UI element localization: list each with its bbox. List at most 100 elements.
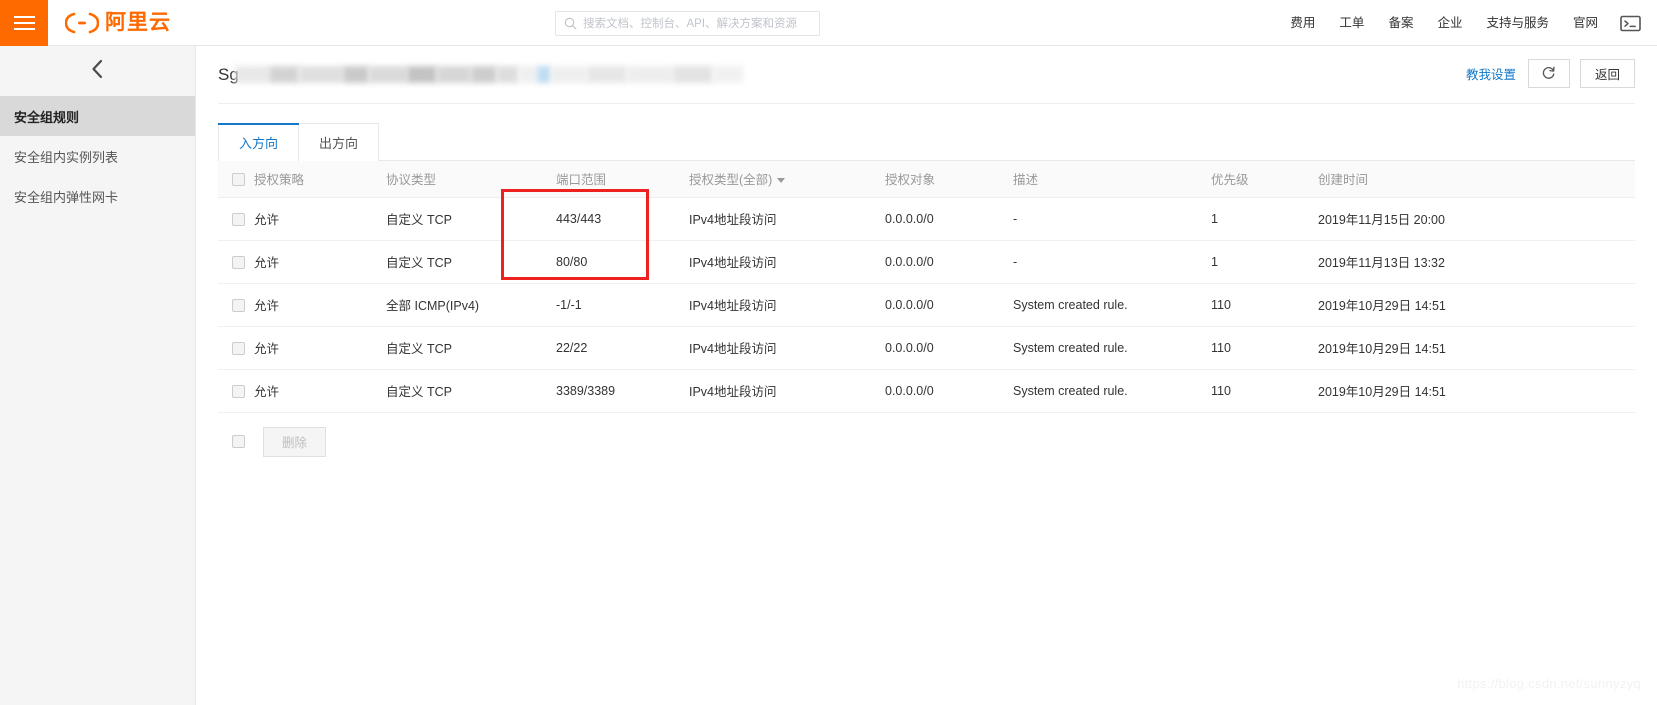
cell-description: - bbox=[1013, 240, 1211, 283]
cell-auth-type: IPv4地址段访问 bbox=[689, 197, 885, 240]
row-checkbox[interactable] bbox=[232, 385, 245, 398]
row-checkbox[interactable] bbox=[232, 213, 245, 226]
redacted-block bbox=[437, 66, 471, 83]
row-checkbox[interactable] bbox=[232, 299, 245, 312]
redacted-block bbox=[235, 66, 269, 83]
cell-protocol: 自定义 TCP bbox=[386, 197, 556, 240]
cell-policy: 允许 bbox=[254, 369, 386, 412]
security-group-rules-table: 授权策略 协议类型 端口范围 授权类型(全部) 授权对象 描述 优先级 创建时间… bbox=[218, 161, 1635, 413]
redacted-block bbox=[673, 66, 713, 83]
sidebar-collapse-button[interactable] bbox=[0, 46, 195, 96]
terminal-console-icon[interactable] bbox=[1620, 15, 1641, 32]
nav-item-enterprise[interactable]: 企业 bbox=[1425, 0, 1474, 46]
top-header-bar: 阿里云 费用 工单 备案 企业 支持与服务 官网 bbox=[0, 0, 1657, 46]
aliyun-logo-mark-icon bbox=[65, 12, 99, 34]
redacted-block bbox=[407, 66, 437, 83]
footer-select-all-checkbox[interactable] bbox=[232, 435, 245, 448]
redacted-block bbox=[299, 66, 343, 83]
teach-me-setup-link[interactable]: 教我设置 bbox=[1466, 64, 1516, 83]
cell-created-at: 2019年11月13日 13:32 bbox=[1318, 240, 1635, 283]
header-auth-type-label: 授权类型(全部) bbox=[689, 173, 772, 187]
page-header-actions: 教我设置 返回 bbox=[1466, 59, 1635, 88]
cell-auth-object: 0.0.0.0/0 bbox=[885, 326, 1013, 369]
table-row[interactable]: 允许 自定义 TCP 3389/3389 IPv4地址段访问 0.0.0.0/0… bbox=[218, 369, 1635, 412]
table-header-row: 授权策略 协议类型 端口范围 授权类型(全部) 授权对象 描述 优先级 创建时间 bbox=[218, 161, 1635, 197]
sidebar: 安全组规则 安全组内实例列表 安全组内弹性网卡 bbox=[0, 46, 196, 705]
sidebar-item-eni-list[interactable]: 安全组内弹性网卡 bbox=[0, 176, 195, 216]
cell-auth-object: 0.0.0.0/0 bbox=[885, 197, 1013, 240]
aliyun-logo[interactable]: 阿里云 bbox=[65, 12, 171, 34]
row-select-cell bbox=[218, 240, 254, 283]
sidebar-item-label: 安全组内实例列表 bbox=[14, 147, 118, 166]
delete-button[interactable]: 删除 bbox=[263, 427, 326, 457]
select-all-checkbox[interactable] bbox=[232, 173, 245, 186]
redacted-block bbox=[537, 66, 551, 83]
redacted-block bbox=[713, 66, 743, 83]
cell-port-range: 22/22 bbox=[556, 326, 689, 369]
direction-tabs: 入方向 出方向 bbox=[218, 122, 1635, 161]
hamburger-menu-icon[interactable] bbox=[0, 0, 48, 46]
refresh-button[interactable] bbox=[1528, 59, 1570, 88]
sidebar-item-label: 安全组规则 bbox=[14, 107, 79, 126]
cell-priority: 1 bbox=[1211, 197, 1318, 240]
tab-outbound[interactable]: 出方向 bbox=[299, 123, 379, 161]
table-row[interactable]: 允许 自定义 TCP 22/22 IPv4地址段访问 0.0.0.0/0 Sys… bbox=[218, 326, 1635, 369]
cell-protocol: 自定义 TCP bbox=[386, 240, 556, 283]
table-row[interactable]: 允许 全部 ICMP(IPv4) -1/-1 IPv4地址段访问 0.0.0.0… bbox=[218, 283, 1635, 326]
nav-item-icp[interactable]: 备案 bbox=[1376, 0, 1425, 46]
row-select-cell bbox=[218, 283, 254, 326]
watermark: https://blog.csdn.net/sunnyzyq bbox=[1457, 676, 1641, 691]
header-auth-object: 授权对象 bbox=[885, 161, 1013, 197]
nav-item-fee[interactable]: 费用 bbox=[1278, 0, 1327, 46]
table-row[interactable]: 允许 自定义 TCP 80/80 IPv4地址段访问 0.0.0.0/0 - 1… bbox=[218, 240, 1635, 283]
hamburger-bar bbox=[14, 22, 35, 24]
header-created-at: 创建时间 bbox=[1318, 161, 1635, 197]
table-body: 允许 自定义 TCP 443/443 IPv4地址段访问 0.0.0.0/0 -… bbox=[218, 197, 1635, 412]
cell-description: System created rule. bbox=[1013, 283, 1211, 326]
global-search-box[interactable] bbox=[555, 11, 820, 36]
back-button[interactable]: 返回 bbox=[1580, 59, 1635, 88]
table-head: 授权策略 协议类型 端口范围 授权类型(全部) 授权对象 描述 优先级 创建时间 bbox=[218, 161, 1635, 197]
nav-item-support[interactable]: 支持与服务 bbox=[1474, 0, 1561, 46]
header-policy: 授权策略 bbox=[254, 161, 386, 197]
sidebar-item-instance-list[interactable]: 安全组内实例列表 bbox=[0, 136, 195, 176]
row-checkbox[interactable] bbox=[232, 342, 245, 355]
cell-auth-object: 0.0.0.0/0 bbox=[885, 283, 1013, 326]
cell-created-at: 2019年11月15日 20:00 bbox=[1318, 197, 1635, 240]
cell-description: System created rule. bbox=[1013, 326, 1211, 369]
row-checkbox[interactable] bbox=[232, 256, 245, 269]
header-auth-type[interactable]: 授权类型(全部) bbox=[689, 161, 885, 197]
chevron-down-icon[interactable] bbox=[777, 178, 785, 183]
cell-port-range: -1/-1 bbox=[556, 283, 689, 326]
cell-auth-type: IPv4地址段访问 bbox=[689, 283, 885, 326]
cell-protocol: 自定义 TCP bbox=[386, 326, 556, 369]
redacted-block bbox=[551, 66, 587, 83]
redacted-block bbox=[587, 66, 627, 83]
cell-created-at: 2019年10月29日 14:51 bbox=[1318, 283, 1635, 326]
cell-priority: 110 bbox=[1211, 369, 1318, 412]
redacted-block bbox=[343, 66, 369, 83]
cell-protocol: 全部 ICMP(IPv4) bbox=[386, 283, 556, 326]
page-title: Sg bbox=[218, 65, 743, 85]
search-input[interactable] bbox=[583, 12, 819, 35]
redacted-block bbox=[497, 66, 519, 83]
row-select-cell bbox=[218, 197, 254, 240]
redacted-block bbox=[471, 66, 497, 83]
sidebar-menu: 安全组规则 安全组内实例列表 安全组内弹性网卡 bbox=[0, 96, 195, 216]
header-port-range: 端口范围 bbox=[556, 161, 689, 197]
refresh-icon bbox=[1541, 65, 1556, 83]
cell-created-at: 2019年10月29日 14:51 bbox=[1318, 326, 1635, 369]
cell-protocol: 自定义 TCP bbox=[386, 369, 556, 412]
cell-policy: 允许 bbox=[254, 326, 386, 369]
cell-auth-object: 0.0.0.0/0 bbox=[885, 369, 1013, 412]
tab-inbound[interactable]: 入方向 bbox=[218, 123, 299, 161]
nav-item-ticket[interactable]: 工单 bbox=[1327, 0, 1376, 46]
top-nav: 费用 工单 备案 企业 支持与服务 官网 bbox=[1278, 0, 1643, 46]
nav-item-website[interactable]: 官网 bbox=[1561, 0, 1610, 46]
hamburger-bar bbox=[14, 28, 35, 30]
sidebar-item-security-group-rules[interactable]: 安全组规则 bbox=[0, 96, 195, 136]
table-row[interactable]: 允许 自定义 TCP 443/443 IPv4地址段访问 0.0.0.0/0 -… bbox=[218, 197, 1635, 240]
cell-port-range: 80/80 bbox=[556, 240, 689, 283]
redacted-block bbox=[627, 66, 673, 83]
redacted-block bbox=[269, 66, 299, 83]
